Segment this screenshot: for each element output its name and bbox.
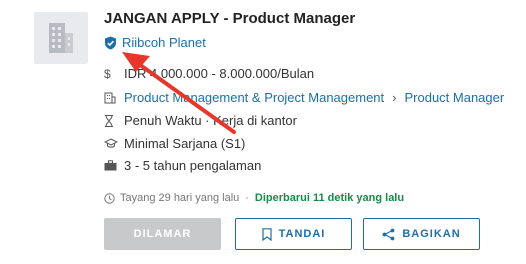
save-button[interactable]: TANDAI <box>235 218 352 250</box>
posting-meta: Tayang 29 hari yang lalu · Diperbarui 11… <box>104 192 404 204</box>
briefcase-icon <box>104 160 120 171</box>
shield-check-icon <box>105 36 116 49</box>
building-icon <box>49 23 73 53</box>
applied-button[interactable]: DILAMAR <box>104 218 221 250</box>
updated-time: Diperbarui 11 detik yang lalu <box>254 192 405 204</box>
education-row: Minimal Sarjana (S1) <box>104 136 245 151</box>
experience-text: 3 - 5 tahun pengalaman <box>124 158 262 173</box>
category-separator: › <box>392 90 397 105</box>
building-icon <box>104 92 120 104</box>
graduation-cap-icon <box>104 138 120 149</box>
share-button-label: BAGIKAN <box>402 228 461 240</box>
company-name[interactable]: Riibcoh Planet <box>122 35 206 50</box>
share-button[interactable]: BAGIKAN <box>363 218 480 250</box>
company-link[interactable]: Riibcoh Planet <box>104 35 206 50</box>
posted-time: Tayang 29 hari yang lalu <box>120 192 240 204</box>
salary-row: $ IDR 4.000.000 - 8.000.000/Bulan <box>104 66 314 81</box>
company-logo <box>34 12 88 64</box>
category-row: Product Management & Project Management … <box>104 90 504 105</box>
clock-icon <box>104 192 115 204</box>
hourglass-icon <box>104 114 120 127</box>
job-title: JANGAN APPLY - Product Manager <box>104 10 356 27</box>
work-type-text: Penuh Waktu · Kerja di kantor <box>124 113 297 128</box>
save-button-label: TANDAI <box>278 228 326 240</box>
subcategory-link[interactable]: Product Manager <box>404 90 504 105</box>
bookmark-icon <box>262 227 272 241</box>
dollar-icon: $ <box>104 66 111 81</box>
applied-button-label: DILAMAR <box>133 228 192 240</box>
experience-row: 3 - 5 tahun pengalaman <box>104 158 261 173</box>
share-icon <box>382 228 395 240</box>
meta-separator: · <box>245 192 249 204</box>
work-type-row: Penuh Waktu · Kerja di kantor <box>104 113 297 128</box>
category-link[interactable]: Product Management & Project Management <box>124 90 384 105</box>
salary-text: IDR 4.000.000 - 8.000.000/Bulan <box>124 66 315 81</box>
education-text: Minimal Sarjana (S1) <box>124 136 246 151</box>
